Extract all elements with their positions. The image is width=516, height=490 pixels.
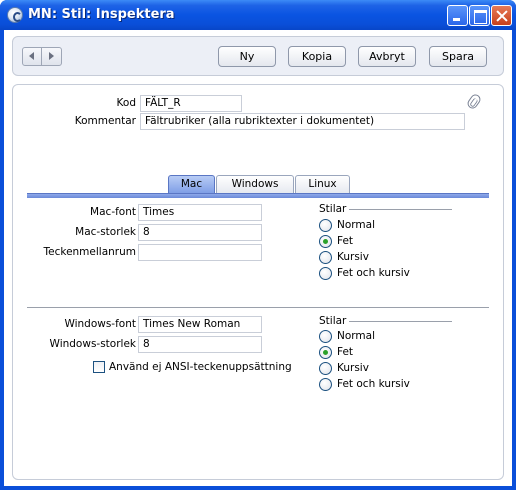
previous-record-button[interactable] bbox=[23, 48, 42, 65]
comment-field[interactable]: Fältrubriker (alla rubriktexter i dokume… bbox=[140, 113, 465, 130]
windows-style-normal-label: Normal bbox=[337, 330, 375, 342]
windows-styles-title: Stilar bbox=[319, 315, 347, 327]
radio-checked-icon[interactable] bbox=[319, 346, 332, 359]
windows-size-field[interactable]: 8 bbox=[138, 336, 262, 353]
mac-styles-divider bbox=[349, 209, 452, 210]
save-button[interactable]: Spara bbox=[429, 46, 487, 67]
windows-styles-divider bbox=[349, 321, 452, 322]
windows-size-label: Windows-storlek bbox=[49, 338, 136, 350]
section-divider bbox=[27, 307, 489, 308]
app-window: MN: Stil: Inspektera Ny Kopia Avbryt Spa… bbox=[0, 0, 516, 490]
windows-font-label: Windows-font bbox=[64, 318, 136, 330]
title-bar[interactable]: MN: Stil: Inspektera bbox=[0, 0, 516, 30]
mac-style-bold-italic-label: Fet och kursiv bbox=[337, 267, 410, 279]
toolbar: Ny Kopia Avbryt Spara bbox=[12, 36, 504, 76]
maximize-button[interactable] bbox=[469, 5, 490, 26]
record-navigation bbox=[22, 47, 62, 66]
mac-style-normal-label: Normal bbox=[337, 219, 375, 231]
mac-style-italic-label: Kursiv bbox=[337, 251, 369, 263]
mac-styles-title: Stilar bbox=[319, 203, 347, 215]
tab-strip-underline bbox=[27, 193, 489, 198]
mac-style-bold-label: Fet bbox=[337, 235, 354, 247]
new-button[interactable]: Ny bbox=[218, 46, 276, 67]
minimize-button[interactable] bbox=[447, 5, 468, 26]
windows-style-italic-label: Kursiv bbox=[337, 362, 369, 374]
character-spacing-field[interactable] bbox=[138, 244, 262, 261]
code-field[interactable]: FÄLT_R bbox=[140, 95, 242, 112]
mac-size-label: Mac-storlek bbox=[75, 226, 136, 238]
radio-unchecked-icon[interactable] bbox=[319, 330, 332, 343]
no-ansi-label: Använd ej ANSI-teckenuppsättning bbox=[109, 361, 292, 373]
next-record-button[interactable] bbox=[42, 48, 61, 65]
close-button[interactable] bbox=[491, 5, 512, 26]
cancel-button[interactable]: Avbryt bbox=[358, 46, 416, 67]
character-spacing-label: Teckenmellanrum bbox=[43, 246, 137, 258]
record-panel: Kod FÄLT_R Kommentar Fältrubriker (alla … bbox=[12, 84, 504, 480]
radio-checked-icon[interactable] bbox=[319, 235, 332, 248]
radio-unchecked-icon[interactable] bbox=[319, 267, 332, 280]
mac-font-field[interactable]: Times bbox=[138, 204, 262, 221]
code-label: Kod bbox=[116, 97, 136, 109]
tab-windows[interactable]: Windows bbox=[216, 175, 294, 193]
paperclip-icon[interactable] bbox=[465, 92, 483, 111]
windows-style-bold-label: Fet bbox=[337, 346, 354, 358]
radio-unchecked-icon[interactable] bbox=[319, 362, 332, 375]
tab-linux[interactable]: Linux bbox=[295, 175, 350, 193]
radio-unchecked-icon[interactable] bbox=[319, 378, 332, 391]
comment-label: Kommentar bbox=[74, 115, 136, 127]
windows-font-field[interactable]: Times New Roman bbox=[138, 316, 262, 333]
app-icon bbox=[7, 7, 23, 23]
window-title: MN: Stil: Inspektera bbox=[28, 7, 175, 22]
mac-size-field[interactable]: 8 bbox=[138, 224, 262, 241]
tab-mac[interactable]: Mac bbox=[168, 175, 215, 193]
windows-style-bold-italic-label: Fet och kursiv bbox=[337, 378, 410, 390]
window-client-area: Ny Kopia Avbryt Spara Kod FÄLT_R Komment… bbox=[4, 30, 512, 486]
no-ansi-checkbox[interactable] bbox=[93, 361, 105, 373]
radio-unchecked-icon[interactable] bbox=[319, 219, 332, 232]
mac-font-label: Mac-font bbox=[90, 206, 136, 218]
radio-unchecked-icon[interactable] bbox=[319, 251, 332, 264]
copy-button[interactable]: Kopia bbox=[288, 46, 346, 67]
